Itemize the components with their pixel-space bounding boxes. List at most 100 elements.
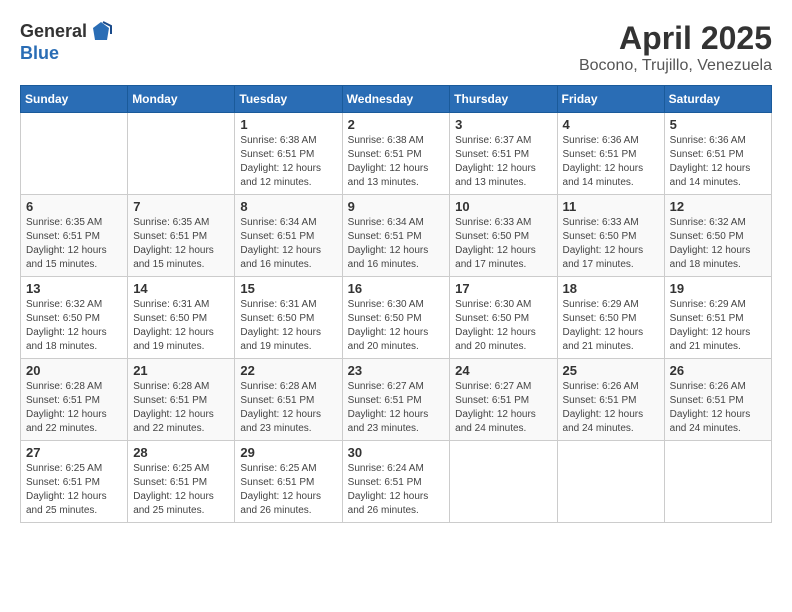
calendar-week-row: 13 Sunrise: 6:32 AMSunset: 6:50 PMDayligh… <box>21 277 772 359</box>
calendar-cell: 22 Sunrise: 6:28 AMSunset: 6:51 PMDayligh… <box>235 359 342 441</box>
day-info: Sunrise: 6:30 AMSunset: 6:50 PMDaylight:… <box>455 298 551 354</box>
day-info: Sunrise: 6:38 AMSunset: 6:51 PMDaylight:… <box>240 134 336 190</box>
day-info: Sunrise: 6:33 AMSunset: 6:50 PMDaylight:… <box>563 216 659 272</box>
day-info: Sunrise: 6:25 AMSunset: 6:51 PMDaylight:… <box>240 462 336 518</box>
calendar-cell: 14 Sunrise: 6:31 AMSunset: 6:50 PMDayligh… <box>128 277 235 359</box>
calendar-cell: 1 Sunrise: 6:38 AMSunset: 6:51 PMDaylight… <box>235 113 342 195</box>
day-info: Sunrise: 6:32 AMSunset: 6:50 PMDaylight:… <box>26 298 122 354</box>
weekday-header: Saturday <box>664 86 771 113</box>
weekday-header-row: SundayMondayTuesdayWednesdayThursdayFrid… <box>21 86 772 113</box>
day-info: Sunrise: 6:28 AMSunset: 6:51 PMDaylight:… <box>133 380 229 436</box>
day-info: Sunrise: 6:36 AMSunset: 6:51 PMDaylight:… <box>563 134 659 190</box>
calendar-week-row: 27 Sunrise: 6:25 AMSunset: 6:51 PMDayligh… <box>21 441 772 523</box>
day-number: 28 <box>133 445 229 460</box>
calendar-cell: 28 Sunrise: 6:25 AMSunset: 6:51 PMDayligh… <box>128 441 235 523</box>
day-number: 30 <box>348 445 445 460</box>
calendar-cell: 11 Sunrise: 6:33 AMSunset: 6:50 PMDayligh… <box>557 195 664 277</box>
day-number: 19 <box>670 281 766 296</box>
title-block: April 2025 Bocono, Trujillo, Venezuela <box>579 20 772 75</box>
calendar-cell <box>21 113 128 195</box>
day-info: Sunrise: 6:38 AMSunset: 6:51 PMDaylight:… <box>348 134 445 190</box>
calendar-cell <box>664 441 771 523</box>
calendar-cell: 7 Sunrise: 6:35 AMSunset: 6:51 PMDaylight… <box>128 195 235 277</box>
calendar-cell: 16 Sunrise: 6:30 AMSunset: 6:50 PMDayligh… <box>342 277 450 359</box>
weekday-header: Wednesday <box>342 86 450 113</box>
day-info: Sunrise: 6:28 AMSunset: 6:51 PMDaylight:… <box>26 380 122 436</box>
day-number: 21 <box>133 363 229 378</box>
calendar-week-row: 20 Sunrise: 6:28 AMSunset: 6:51 PMDayligh… <box>21 359 772 441</box>
day-number: 29 <box>240 445 336 460</box>
calendar-cell: 13 Sunrise: 6:32 AMSunset: 6:50 PMDayligh… <box>21 277 128 359</box>
day-number: 20 <box>26 363 122 378</box>
weekday-header: Sunday <box>21 86 128 113</box>
calendar-week-row: 1 Sunrise: 6:38 AMSunset: 6:51 PMDaylight… <box>21 113 772 195</box>
weekday-header: Thursday <box>450 86 557 113</box>
calendar-cell <box>450 441 557 523</box>
day-info: Sunrise: 6:34 AMSunset: 6:51 PMDaylight:… <box>240 216 336 272</box>
day-info: Sunrise: 6:26 AMSunset: 6:51 PMDaylight:… <box>563 380 659 436</box>
day-number: 8 <box>240 199 336 214</box>
day-info: Sunrise: 6:34 AMSunset: 6:51 PMDaylight:… <box>348 216 445 272</box>
calendar-cell: 26Sunrise: 6:26 AMSunset: 6:51 PMDayligh… <box>664 359 771 441</box>
calendar-cell: 20 Sunrise: 6:28 AMSunset: 6:51 PMDayligh… <box>21 359 128 441</box>
day-info: Sunrise: 6:25 AMSunset: 6:51 PMDaylight:… <box>133 462 229 518</box>
calendar-cell: 2 Sunrise: 6:38 AMSunset: 6:51 PMDaylight… <box>342 113 450 195</box>
calendar-cell: 24 Sunrise: 6:27 AMSunset: 6:51 PMDayligh… <box>450 359 557 441</box>
calendar-cell: 12Sunrise: 6:32 AMSunset: 6:50 PMDayligh… <box>664 195 771 277</box>
day-number: 27 <box>26 445 122 460</box>
day-number: 22 <box>240 363 336 378</box>
calendar-cell: 21 Sunrise: 6:28 AMSunset: 6:51 PMDayligh… <box>128 359 235 441</box>
day-info: Sunrise: 6:28 AMSunset: 6:51 PMDaylight:… <box>240 380 336 436</box>
day-info: Sunrise: 6:36 AMSunset: 6:51 PMDaylight:… <box>670 134 766 190</box>
day-info: Sunrise: 6:24 AMSunset: 6:51 PMDaylight:… <box>348 462 445 518</box>
day-number: 13 <box>26 281 122 296</box>
calendar-cell: 3Sunrise: 6:37 AMSunset: 6:51 PMDaylight… <box>450 113 557 195</box>
calendar-cell: 19 Sunrise: 6:29 AMSunset: 6:51 PMDayligh… <box>664 277 771 359</box>
calendar-cell: 17 Sunrise: 6:30 AMSunset: 6:50 PMDayligh… <box>450 277 557 359</box>
day-number: 7 <box>133 199 229 214</box>
calendar-cell: 9 Sunrise: 6:34 AMSunset: 6:51 PMDaylight… <box>342 195 450 277</box>
day-number: 5 <box>670 117 766 132</box>
day-number: 6 <box>26 199 122 214</box>
logo-general: General <box>20 22 87 42</box>
day-number: 18 <box>563 281 659 296</box>
day-info: Sunrise: 6:32 AMSunset: 6:50 PMDaylight:… <box>670 216 766 272</box>
day-number: 14 <box>133 281 229 296</box>
calendar-cell: 15 Sunrise: 6:31 AMSunset: 6:50 PMDayligh… <box>235 277 342 359</box>
day-number: 9 <box>348 199 445 214</box>
day-info: Sunrise: 6:31 AMSunset: 6:50 PMDaylight:… <box>133 298 229 354</box>
day-number: 26 <box>670 363 766 378</box>
calendar-cell: 27Sunrise: 6:25 AMSunset: 6:51 PMDayligh… <box>21 441 128 523</box>
weekday-header: Monday <box>128 86 235 113</box>
calendar-cell: 18Sunrise: 6:29 AMSunset: 6:50 PMDayligh… <box>557 277 664 359</box>
day-number: 16 <box>348 281 445 296</box>
day-info: Sunrise: 6:30 AMSunset: 6:50 PMDaylight:… <box>348 298 445 354</box>
day-number: 23 <box>348 363 445 378</box>
day-number: 10 <box>455 199 551 214</box>
day-number: 17 <box>455 281 551 296</box>
calendar-cell <box>128 113 235 195</box>
calendar-cell: 8 Sunrise: 6:34 AMSunset: 6:51 PMDaylight… <box>235 195 342 277</box>
logo: General Blue <box>20 20 113 64</box>
calendar-cell: 10Sunrise: 6:33 AMSunset: 6:50 PMDayligh… <box>450 195 557 277</box>
calendar-cell: 5 Sunrise: 6:36 AMSunset: 6:51 PMDaylight… <box>664 113 771 195</box>
day-number: 24 <box>455 363 551 378</box>
calendar-cell: 30 Sunrise: 6:24 AMSunset: 6:51 PMDayligh… <box>342 441 450 523</box>
day-info: Sunrise: 6:35 AMSunset: 6:51 PMDaylight:… <box>133 216 229 272</box>
day-number: 15 <box>240 281 336 296</box>
weekday-header: Tuesday <box>235 86 342 113</box>
day-info: Sunrise: 6:27 AMSunset: 6:51 PMDaylight:… <box>455 380 551 436</box>
day-number: 1 <box>240 117 336 132</box>
day-number: 3 <box>455 117 551 132</box>
day-number: 2 <box>348 117 445 132</box>
calendar-table: SundayMondayTuesdayWednesdayThursdayFrid… <box>20 85 772 523</box>
logo-icon <box>89 20 113 44</box>
calendar-cell: 25 Sunrise: 6:26 AMSunset: 6:51 PMDayligh… <box>557 359 664 441</box>
day-info: Sunrise: 6:31 AMSunset: 6:50 PMDaylight:… <box>240 298 336 354</box>
day-number: 25 <box>563 363 659 378</box>
day-number: 4 <box>563 117 659 132</box>
day-info: Sunrise: 6:27 AMSunset: 6:51 PMDaylight:… <box>348 380 445 436</box>
day-info: Sunrise: 6:35 AMSunset: 6:51 PMDaylight:… <box>26 216 122 272</box>
day-number: 11 <box>563 199 659 214</box>
day-info: Sunrise: 6:29 AMSunset: 6:51 PMDaylight:… <box>670 298 766 354</box>
